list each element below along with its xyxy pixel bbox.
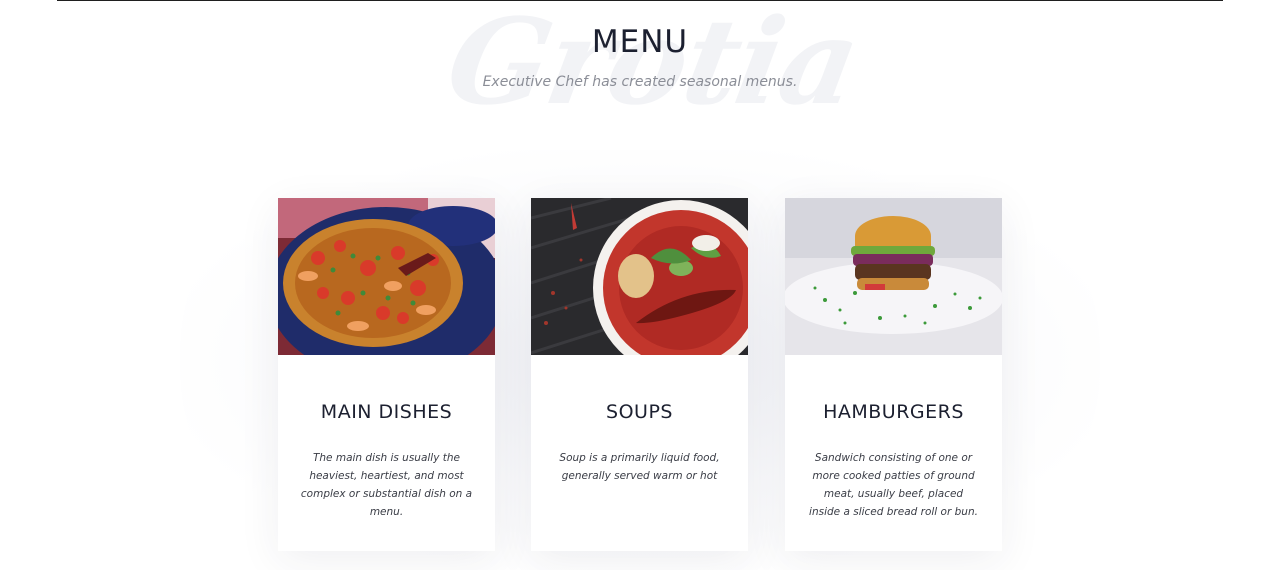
section-subtitle: Executive Chef has created seasonal menu… (482, 74, 798, 90)
soup-bowl-image[interactable] (531, 198, 748, 355)
menu-card-hamburgers[interactable]: HAMBURGERS Sandwich consisting of one or… (785, 198, 1002, 551)
hamburger-image[interactable] (785, 198, 1002, 355)
menu-card-main-dishes[interactable]: MAIN DISHES The main dish is usually the… (278, 198, 495, 551)
section-title: MENU (591, 24, 689, 60)
card-title: HAMBURGERS (823, 401, 964, 423)
card-description: Sandwich consisting of one or more cooke… (809, 452, 978, 518)
menu-card-soups[interactable]: SOUPS Soup is a primarily liquid food, g… (531, 198, 748, 551)
card-description: The main dish is usually the heaviest, h… (300, 452, 473, 518)
card-title: MAIN DISHES (320, 401, 453, 423)
menu-cards: MAIN DISHES The main dish is usually the… (278, 198, 1002, 552)
card-title: SOUPS (606, 401, 673, 423)
card-description: Soup is a primarily liquid food, general… (559, 452, 720, 482)
paella-dish-image[interactable] (278, 198, 495, 355)
background-watermark: Grotia (437, 0, 868, 131)
